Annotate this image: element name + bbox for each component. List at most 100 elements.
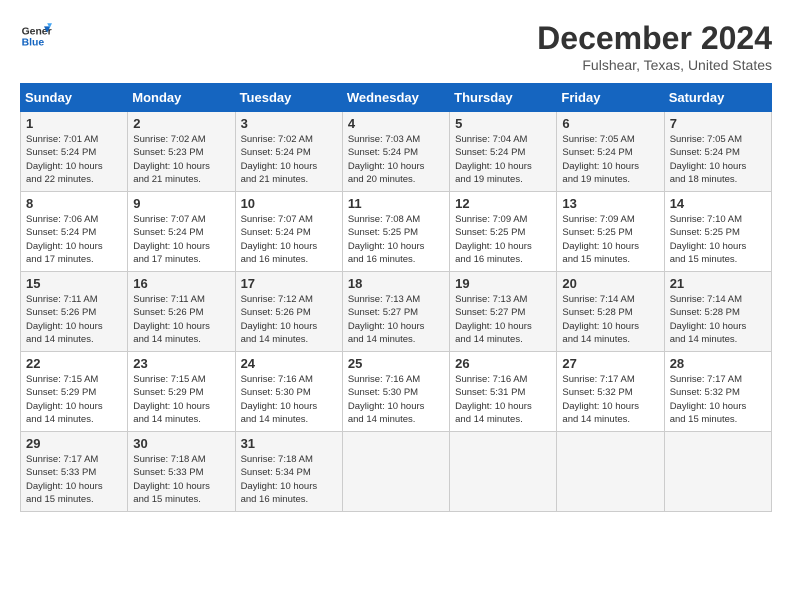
day-number: 7: [670, 116, 766, 131]
calendar-cell: 19Sunrise: 7:13 AM Sunset: 5:27 PM Dayli…: [450, 272, 557, 352]
day-number: 9: [133, 196, 229, 211]
calendar-table: SundayMondayTuesdayWednesdayThursdayFrid…: [20, 83, 772, 512]
dow-header-sunday: Sunday: [21, 84, 128, 112]
day-detail: Sunrise: 7:18 AM Sunset: 5:34 PM Dayligh…: [241, 453, 337, 506]
day-detail: Sunrise: 7:16 AM Sunset: 5:30 PM Dayligh…: [241, 373, 337, 426]
calendar-cell: 16Sunrise: 7:11 AM Sunset: 5:26 PM Dayli…: [128, 272, 235, 352]
day-detail: Sunrise: 7:11 AM Sunset: 5:26 PM Dayligh…: [133, 293, 229, 346]
day-number: 24: [241, 356, 337, 371]
calendar-cell: 26 Sunrise: 7:16 AM Sunset: 5:31 PM Dayli…: [450, 352, 557, 432]
day-detail: Sunrise: 7:18 AM Sunset: 5:33 PM Dayligh…: [133, 453, 229, 506]
day-number: 25: [348, 356, 444, 371]
day-detail: Sunrise: 7:09 AM Sunset: 5:25 PM Dayligh…: [562, 213, 658, 266]
calendar-cell: 11 Sunrise: 7:08 AM Sunset: 5:25 PM Dayli…: [342, 192, 449, 272]
day-number: 4: [348, 116, 444, 131]
calendar-cell: 2 Sunrise: 7:02 AM Sunset: 5:23 PM Daylig…: [128, 112, 235, 192]
day-number: 13: [562, 196, 658, 211]
day-detail: Sunrise: 7:17 AM Sunset: 5:32 PM Dayligh…: [562, 373, 658, 426]
calendar-cell: 17 Sunrise: 7:12 AM Sunset: 5:26 PM Dayli…: [235, 272, 342, 352]
day-number: 5: [455, 116, 551, 131]
calendar-week-4: 22 Sunrise: 7:15 AM Sunset: 5:29 PM Dayli…: [21, 352, 772, 432]
day-number: 27: [562, 356, 658, 371]
day-number: 11: [348, 196, 444, 211]
calendar-cell: 1 Sunrise: 7:01 AM Sunset: 5:24 PM Daylig…: [21, 112, 128, 192]
day-detail: Sunrise: 7:02 AM Sunset: 5:23 PM Dayligh…: [133, 133, 229, 186]
day-number: 26: [455, 356, 551, 371]
calendar-cell: 18 Sunrise: 7:13 AM Sunset: 5:27 PM Dayli…: [342, 272, 449, 352]
calendar-cell: 8Sunrise: 7:06 AM Sunset: 5:24 PM Daylig…: [21, 192, 128, 272]
day-detail: Sunrise: 7:13 AM Sunset: 5:27 PM Dayligh…: [455, 293, 551, 346]
day-detail: Sunrise: 7:03 AM Sunset: 5:24 PM Dayligh…: [348, 133, 444, 186]
day-number: 21: [670, 276, 766, 291]
calendar-cell: 28Sunrise: 7:17 AM Sunset: 5:32 PM Dayli…: [664, 352, 771, 432]
calendar-cell: 5 Sunrise: 7:04 AM Sunset: 5:24 PM Daylig…: [450, 112, 557, 192]
day-number: 18: [348, 276, 444, 291]
day-detail: Sunrise: 7:11 AM Sunset: 5:26 PM Dayligh…: [26, 293, 122, 346]
day-detail: Sunrise: 7:17 AM Sunset: 5:33 PM Dayligh…: [26, 453, 122, 506]
day-number: 20: [562, 276, 658, 291]
day-detail: Sunrise: 7:14 AM Sunset: 5:28 PM Dayligh…: [670, 293, 766, 346]
calendar-cell: 20 Sunrise: 7:14 AM Sunset: 5:28 PM Dayli…: [557, 272, 664, 352]
calendar-cell: 4 Sunrise: 7:03 AM Sunset: 5:24 PM Daylig…: [342, 112, 449, 192]
calendar-cell: 7 Sunrise: 7:05 AM Sunset: 5:24 PM Daylig…: [664, 112, 771, 192]
day-detail: Sunrise: 7:04 AM Sunset: 5:24 PM Dayligh…: [455, 133, 551, 186]
calendar-cell: [557, 432, 664, 512]
calendar-cell: 10Sunrise: 7:07 AM Sunset: 5:24 PM Dayli…: [235, 192, 342, 272]
day-number: 14: [670, 196, 766, 211]
day-number: 6: [562, 116, 658, 131]
day-detail: Sunrise: 7:05 AM Sunset: 5:24 PM Dayligh…: [670, 133, 766, 186]
day-detail: Sunrise: 7:14 AM Sunset: 5:28 PM Dayligh…: [562, 293, 658, 346]
calendar-week-1: 1 Sunrise: 7:01 AM Sunset: 5:24 PM Daylig…: [21, 112, 772, 192]
calendar-cell: 31Sunrise: 7:18 AM Sunset: 5:34 PM Dayli…: [235, 432, 342, 512]
day-detail: Sunrise: 7:08 AM Sunset: 5:25 PM Dayligh…: [348, 213, 444, 266]
calendar-cell: 24 Sunrise: 7:16 AM Sunset: 5:30 PM Dayli…: [235, 352, 342, 432]
day-number: 1: [26, 116, 122, 131]
day-number: 17: [241, 276, 337, 291]
day-detail: Sunrise: 7:12 AM Sunset: 5:26 PM Dayligh…: [241, 293, 337, 346]
day-detail: Sunrise: 7:10 AM Sunset: 5:25 PM Dayligh…: [670, 213, 766, 266]
calendar-cell: 15Sunrise: 7:11 AM Sunset: 5:26 PM Dayli…: [21, 272, 128, 352]
day-detail: Sunrise: 7:15 AM Sunset: 5:29 PM Dayligh…: [133, 373, 229, 426]
day-detail: Sunrise: 7:02 AM Sunset: 5:24 PM Dayligh…: [241, 133, 337, 186]
svg-text:Blue: Blue: [22, 38, 45, 49]
day-number: 29: [26, 436, 122, 451]
day-number: 22: [26, 356, 122, 371]
calendar-cell: 3Sunrise: 7:02 AM Sunset: 5:24 PM Daylig…: [235, 112, 342, 192]
day-detail: Sunrise: 7:09 AM Sunset: 5:25 PM Dayligh…: [455, 213, 551, 266]
day-detail: Sunrise: 7:07 AM Sunset: 5:24 PM Dayligh…: [133, 213, 229, 266]
day-number: 12: [455, 196, 551, 211]
logo-icon: General Blue: [20, 20, 52, 52]
calendar-week-3: 15Sunrise: 7:11 AM Sunset: 5:26 PM Dayli…: [21, 272, 772, 352]
calendar-week-5: 29 Sunrise: 7:17 AM Sunset: 5:33 PM Dayli…: [21, 432, 772, 512]
dow-header-tuesday: Tuesday: [235, 84, 342, 112]
calendar-cell: [342, 432, 449, 512]
day-detail: Sunrise: 7:07 AM Sunset: 5:24 PM Dayligh…: [241, 213, 337, 266]
dow-header-friday: Friday: [557, 84, 664, 112]
dow-header-thursday: Thursday: [450, 84, 557, 112]
dow-header-saturday: Saturday: [664, 84, 771, 112]
calendar-cell: 13 Sunrise: 7:09 AM Sunset: 5:25 PM Dayli…: [557, 192, 664, 272]
calendar-cell: 14 Sunrise: 7:10 AM Sunset: 5:25 PM Dayli…: [664, 192, 771, 272]
calendar-cell: 27 Sunrise: 7:17 AM Sunset: 5:32 PM Dayli…: [557, 352, 664, 432]
day-detail: Sunrise: 7:01 AM Sunset: 5:24 PM Dayligh…: [26, 133, 122, 186]
calendar-cell: 30 Sunrise: 7:18 AM Sunset: 5:33 PM Dayli…: [128, 432, 235, 512]
calendar-subtitle: Fulshear, Texas, United States: [537, 57, 772, 73]
calendar-week-2: 8Sunrise: 7:06 AM Sunset: 5:24 PM Daylig…: [21, 192, 772, 272]
title-area: December 2024 Fulshear, Texas, United St…: [537, 20, 772, 73]
calendar-cell: 25 Sunrise: 7:16 AM Sunset: 5:30 PM Dayli…: [342, 352, 449, 432]
day-number: 8: [26, 196, 122, 211]
calendar-cell: 22 Sunrise: 7:15 AM Sunset: 5:29 PM Dayli…: [21, 352, 128, 432]
logo: General Blue: [20, 20, 52, 52]
day-number: 30: [133, 436, 229, 451]
day-detail: Sunrise: 7:15 AM Sunset: 5:29 PM Dayligh…: [26, 373, 122, 426]
day-detail: Sunrise: 7:16 AM Sunset: 5:30 PM Dayligh…: [348, 373, 444, 426]
calendar-body: 1 Sunrise: 7:01 AM Sunset: 5:24 PM Daylig…: [21, 112, 772, 512]
day-detail: Sunrise: 7:05 AM Sunset: 5:24 PM Dayligh…: [562, 133, 658, 186]
calendar-cell: 23Sunrise: 7:15 AM Sunset: 5:29 PM Dayli…: [128, 352, 235, 432]
calendar-cell: 12 Sunrise: 7:09 AM Sunset: 5:25 PM Dayli…: [450, 192, 557, 272]
day-number: 2: [133, 116, 229, 131]
day-detail: Sunrise: 7:17 AM Sunset: 5:32 PM Dayligh…: [670, 373, 766, 426]
day-detail: Sunrise: 7:16 AM Sunset: 5:31 PM Dayligh…: [455, 373, 551, 426]
day-detail: Sunrise: 7:13 AM Sunset: 5:27 PM Dayligh…: [348, 293, 444, 346]
calendar-cell: 6 Sunrise: 7:05 AM Sunset: 5:24 PM Daylig…: [557, 112, 664, 192]
